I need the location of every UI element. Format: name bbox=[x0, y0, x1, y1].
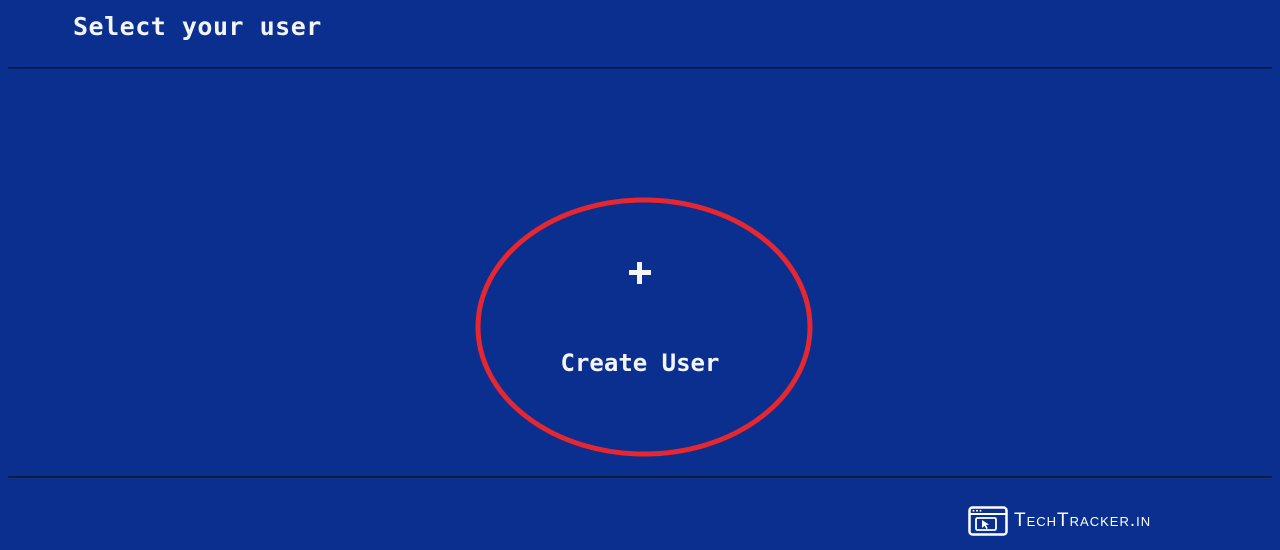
create-user-button[interactable]: Create User bbox=[540, 245, 740, 395]
watermark: TechTracker.in bbox=[968, 506, 1151, 536]
plus-icon bbox=[629, 262, 651, 284]
watermark-text: TechTracker.in bbox=[1014, 510, 1152, 531]
browser-window-cursor-icon bbox=[968, 506, 1008, 536]
header-divider bbox=[8, 67, 1272, 68]
footer-divider bbox=[8, 476, 1272, 477]
page-title: Select your user bbox=[73, 12, 322, 41]
create-user-label: Create User bbox=[560, 349, 720, 377]
user-selection-screen: Select your user Create User TechTracker… bbox=[0, 0, 1280, 550]
